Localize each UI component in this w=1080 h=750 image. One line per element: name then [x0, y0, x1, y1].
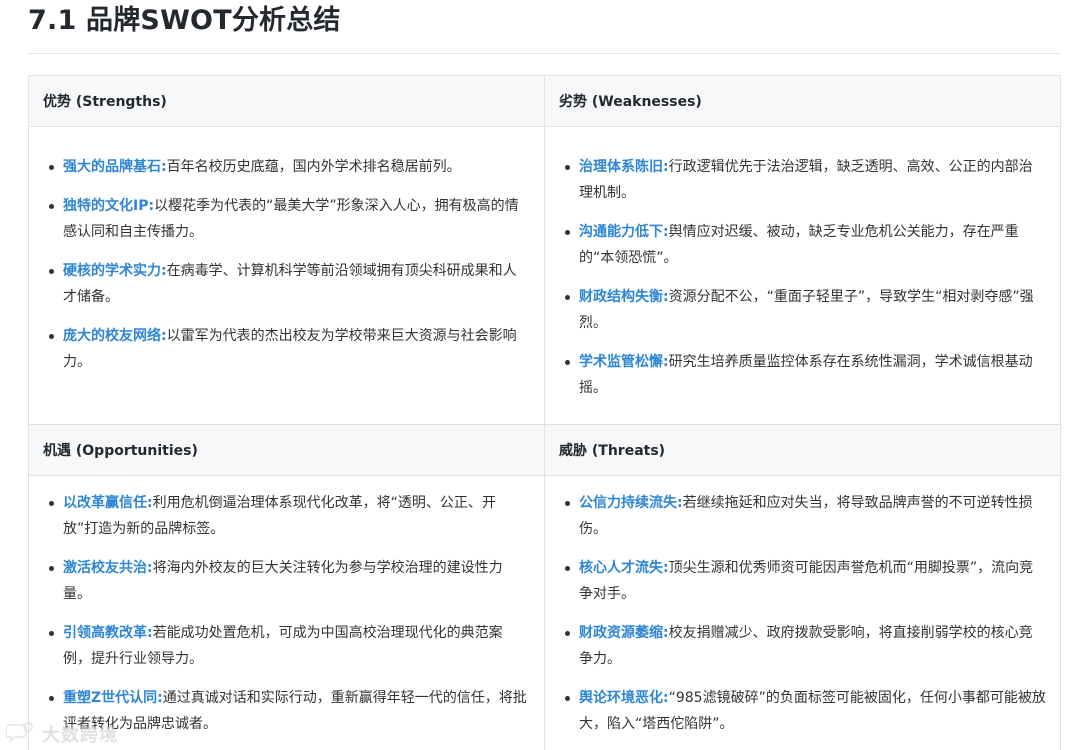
swot-body-row-bottom: 以改革赢信任:利用危机倒逼治理体系现代化改革，将“透明、公正、开放”打造为新的品… [28, 475, 1061, 750]
list-item: 沟通能力低下:舆情应对迟缓、被动，缺乏专业危机公关能力，存在严重的“本领恐慌”。 [565, 219, 1046, 271]
list-item: 激活校友共治:将海内外校友的巨大关注转化为参与学校治理的建设性力量。 [49, 555, 530, 607]
page: 7.1 品牌SWOT分析总结 优势 (Strengths) 劣势 (Weakne… [0, 0, 1080, 750]
item-term: 舆论环境恶化: [579, 690, 669, 706]
speech-bubble-logo-icon [5, 721, 36, 747]
item-term: 财政资源萎缩: [579, 625, 669, 641]
list-item: 核心人才流失:顶尖生源和优秀师资可能因声誉危机而“用脚投票”，流向竞争对手。 [565, 555, 1046, 607]
title-divider [28, 53, 1060, 54]
item-term: 治理体系陈旧: [579, 159, 669, 175]
item-term: 硬核的学术实力: [63, 263, 167, 279]
threats-list: 公信力持续流失:若继续拖延和应对失当，将导致品牌声誉的不可逆转性损伤。 核心人才… [565, 476, 1046, 737]
list-item: 舆论环境恶化:“985滤镜破碎”的负面标签可能被固化，任何小事都可能被放大，陷入… [565, 685, 1046, 737]
list-item: 财政结构失衡:资源分配不公，“重面子轻里子”，导致学生“相对剥夺感”强烈。 [565, 284, 1046, 336]
list-item: 以改革赢信任:利用危机倒逼治理体系现代化改革，将“透明、公正、开放”打造为新的品… [49, 490, 530, 542]
list-item: 公信力持续流失:若继续拖延和应对失当，将导致品牌声誉的不可逆转性损伤。 [565, 490, 1046, 542]
threats-cell: 公信力持续流失:若继续拖延和应对失当，将导致品牌声誉的不可逆转性损伤。 核心人才… [544, 475, 1061, 750]
item-term: 庞大的校友网络: [63, 328, 167, 344]
watermark: 大数跨境 [5, 718, 156, 750]
weaknesses-cell: 治理体系陈旧:行政逻辑优先于法治逻辑，缺乏透明、高效、公正的内部治理机制。 沟通… [544, 126, 1061, 425]
item-term: 学术监管松懈: [579, 354, 669, 370]
item-term: 独特的文化IP: [63, 198, 155, 214]
list-item: 硬核的学术实力:在病毒学、计算机科学等前沿领域拥有顶尖科研成果和人才储备。 [49, 258, 530, 310]
watermark-text: 大数跨境 [42, 725, 118, 746]
item-term: 核心人才流失: [579, 560, 669, 576]
list-item: 财政资源萎缩:校友捐赠减少、政府拨款受影响，将直接削弱学校的核心竞争力。 [565, 620, 1046, 672]
list-item: 引领高教改革:若能成功处置危机，可成为中国高校治理现代化的典范案例，提升行业领导… [49, 620, 530, 672]
strengths-cell: 强大的品牌基石:百年名校历史底蕴，国内外学术排名稳居前列。 独特的文化IP:以樱… [28, 126, 545, 425]
list-item: 庞大的校友网络:以雷军为代表的杰出校友为学校带来巨大资源与社会影响力。 [49, 323, 530, 375]
weaknesses-list: 治理体系陈旧:行政逻辑优先于法治逻辑，缺乏透明、高效、公正的内部治理机制。 沟通… [565, 127, 1046, 401]
list-item: 强大的品牌基石:百年名校历史底蕴，国内外学术排名稳居前列。 [49, 154, 530, 180]
swot-body-row-top: 强大的品牌基石:百年名校历史底蕴，国内外学术排名稳居前列。 独特的文化IP:以樱… [28, 126, 1061, 425]
item-text: 百年名校历史底蕴，国内外学术排名稳居前列。 [166, 159, 461, 175]
opportunities-list: 以改革赢信任:利用危机倒逼治理体系现代化改革，将“透明、公正、开放”打造为新的品… [49, 476, 530, 737]
swot-table: 优势 (Strengths) 劣势 (Weaknesses) 强大的品牌基石:百… [28, 75, 1061, 750]
item-term: 强大的品牌基石: [63, 159, 167, 175]
page-title: 7.1 品牌SWOT分析总结 [28, 5, 341, 36]
threats-heading: 威胁 (Threats) [544, 424, 1061, 476]
item-term: 引领高教改革: [63, 625, 153, 641]
strengths-heading: 优势 (Strengths) [28, 75, 545, 127]
item-term: 以改革赢信任: [63, 495, 153, 511]
weaknesses-heading: 劣势 (Weaknesses) [544, 75, 1061, 127]
item-term: 激活校友共治: [63, 560, 153, 576]
item-term: 沟通能力低下: [579, 224, 669, 240]
item-term: 财政结构失衡: [579, 289, 669, 305]
item-term: 重塑Z世代认同: [63, 690, 163, 706]
list-item: 学术监管松懈:研究生培养质量监控体系存在系统性漏洞，学术诚信根基动摇。 [565, 349, 1046, 401]
list-item: 治理体系陈旧:行政逻辑优先于法治逻辑，缺乏透明、高效、公正的内部治理机制。 [565, 154, 1046, 206]
strengths-list: 强大的品牌基石:百年名校历史底蕴，国内外学术排名稳居前列。 独特的文化IP:以樱… [49, 127, 530, 375]
item-term: 公信力持续流失: [579, 495, 683, 511]
swot-header-row-top: 优势 (Strengths) 劣势 (Weaknesses) [28, 75, 1061, 127]
opportunities-cell: 以改革赢信任:利用危机倒逼治理体系现代化改革，将“透明、公正、开放”打造为新的品… [28, 475, 545, 750]
swot-header-row-bottom: 机遇 (Opportunities) 威胁 (Threats) [28, 424, 1061, 476]
list-item: 独特的文化IP:以樱花季为代表的“最美大学”形象深入人心，拥有极高的情感认同和自… [49, 193, 530, 245]
opportunities-heading: 机遇 (Opportunities) [28, 424, 545, 476]
